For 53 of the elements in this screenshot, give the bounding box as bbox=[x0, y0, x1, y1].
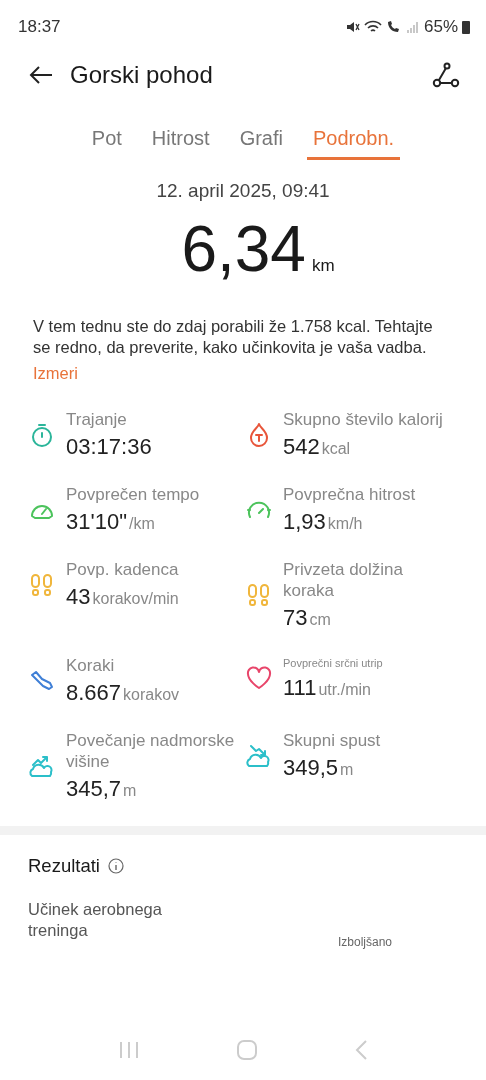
battery-percent: 65% bbox=[423, 17, 458, 37]
tab[interactable]: Pot bbox=[85, 126, 128, 160]
distance-value: 6,34 bbox=[181, 212, 306, 286]
metric-label: Trajanje bbox=[66, 409, 128, 430]
metric-unit: /km bbox=[128, 515, 155, 532]
metric-value: 31'10" bbox=[66, 509, 127, 534]
metric-label: Koraki bbox=[66, 655, 116, 676]
battery-icon bbox=[462, 20, 470, 34]
screen-title: Gorski pohod bbox=[70, 61, 214, 89]
metric-unit: m bbox=[340, 761, 354, 778]
metric-label: Povp. kadenca bbox=[66, 559, 179, 580]
metric-label: Povprečen tempo bbox=[66, 484, 200, 505]
metric-unit: korakov bbox=[123, 686, 180, 703]
call-icon bbox=[385, 20, 402, 34]
metric-value: 542 bbox=[283, 434, 320, 459]
metric-value: 345,7 bbox=[66, 776, 122, 801]
metric-label: Povprečna hitrost bbox=[283, 484, 416, 505]
status-time: 18:37 bbox=[18, 17, 61, 37]
metric-unit: km/h bbox=[327, 515, 363, 532]
measure-link[interactable]: Izmeri bbox=[33, 364, 78, 383]
back-arrow-icon[interactable] bbox=[28, 65, 54, 85]
metric-unit: kcal bbox=[321, 440, 351, 457]
workout-date: 12. april 2025, 09:41 bbox=[155, 180, 331, 202]
mute-icon bbox=[345, 20, 360, 34]
metric-unit: m bbox=[123, 782, 137, 799]
metric-value: 349,5 bbox=[283, 755, 339, 780]
wifi-icon bbox=[363, 20, 382, 34]
info-icon[interactable] bbox=[108, 858, 124, 874]
metric-label: Povprečni srčni utrip bbox=[283, 656, 383, 671]
metric-label: Skupni spust bbox=[283, 730, 381, 751]
metric-unit: cm bbox=[309, 611, 331, 628]
metric-unit: utr./min bbox=[318, 681, 371, 698]
calorie-note: V tem tednu ste do zdaj porabili že 1.758 kcal. Tehtajte se redno, da preverite, kako učinkovita je vaša vadba. bbox=[33, 316, 434, 358]
tab[interactable]: Grafi bbox=[233, 126, 289, 160]
signal-icon bbox=[405, 20, 420, 34]
distance-unit: km bbox=[311, 256, 335, 276]
tab[interactable]: Hitrost bbox=[145, 126, 216, 160]
metric-value: 1,93 bbox=[283, 509, 326, 534]
result-value: Izboljšano bbox=[338, 935, 393, 949]
metric-value: 8.667 bbox=[66, 680, 122, 705]
heart-icon bbox=[245, 664, 273, 692]
metric-label: Skupno število kalorij bbox=[283, 409, 443, 430]
route-icon[interactable] bbox=[432, 62, 460, 88]
section-title: Rezultati bbox=[28, 855, 100, 877]
metric-value: 73 bbox=[283, 605, 308, 630]
tab[interactable]: Podrobn. bbox=[307, 126, 401, 160]
metric-label: Privzeta dolžina koraka bbox=[283, 559, 404, 601]
result-label: Učinek aerobnega treninga bbox=[28, 899, 163, 941]
metric-label: Povečanje nadmorske višine bbox=[66, 730, 236, 772]
metric-value: 03:17:36 bbox=[66, 434, 152, 459]
metric-unit: korakov/min bbox=[92, 590, 179, 607]
metric-value: 111 bbox=[283, 675, 317, 700]
metric-value: 43 bbox=[66, 584, 91, 609]
